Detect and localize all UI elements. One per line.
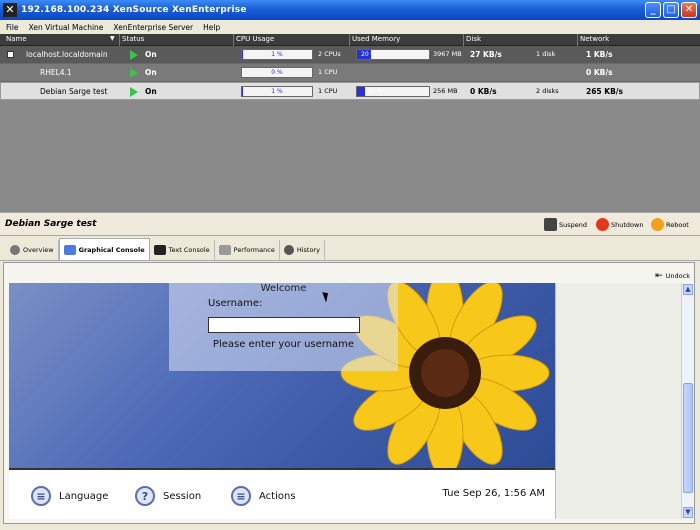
console-screen[interactable]: Welcome Username: Please enter your user… (9, 283, 555, 519)
title-bar: ✕ 192.168.100.234 XenSource XenEnterpris… (0, 0, 700, 20)
memory-total: 256 MB (433, 87, 458, 95)
window-title: 192.168.100.234 XenSource XenEnterprise (21, 5, 247, 15)
session-button[interactable]: ? Session (135, 486, 201, 506)
vm-action-bar: Debian Sarge test Suspend Shutdown Reboo… (0, 212, 700, 236)
gdm-bottom-bar: ≡ Language ? Session ≡ Actions Tue Sep 2… (9, 468, 555, 519)
vm-row-debian[interactable]: Debian Sarge test On 1 % 1 CPU 11 % 256 … (0, 82, 700, 100)
vm-list-header: Name ▼ Status CPU Usage Used Memory Disk… (0, 34, 700, 46)
vm-list: Name ▼ Status CPU Usage Used Memory Disk… (0, 34, 700, 212)
disk-count: 1 disk (536, 50, 556, 58)
cpu-usage-bar: 1 % (241, 86, 313, 97)
vm-tabs: Overview Graphical Console Text Console … (0, 237, 700, 261)
sort-arrow-icon: ▼ (110, 35, 115, 42)
question-icon: ? (135, 486, 155, 506)
tab-text-console[interactable]: Text Console (150, 240, 215, 260)
username-hint: Please enter your username (212, 339, 355, 350)
reboot-button[interactable]: Reboot (651, 218, 689, 231)
tab-history[interactable]: History (280, 240, 325, 260)
vm-status: On (145, 50, 157, 59)
scroll-up-icon[interactable]: ▲ (683, 284, 693, 295)
column-cpu[interactable]: CPU Usage (236, 35, 274, 43)
vm-name: RHEL4.1 (40, 68, 72, 77)
scroll-thumb[interactable] (683, 383, 693, 493)
terminal-icon (153, 245, 166, 255)
suspend-button[interactable]: Suspend (544, 218, 587, 231)
menu-help[interactable]: Help (203, 23, 220, 32)
disk-rate: 0 KB/s (470, 87, 497, 96)
tab-graphical-console[interactable]: Graphical Console (58, 238, 150, 260)
menu-bar: File Xen Virtual Machine XenEnterprise S… (0, 20, 700, 34)
memory-usage-bar: 11 % (356, 86, 430, 97)
graphical-console-panel: ⇤ Undock Welcome Username: Please enter … (3, 262, 695, 524)
tab-performance[interactable]: Performance (215, 240, 280, 260)
vm-name: Debian Sarge test (40, 87, 108, 96)
login-box: Welcome Username: Please enter your user… (169, 283, 398, 371)
vm-row-host[interactable]: localhost.localdomain On 1 % 2 CPUs 20 %… (0, 46, 700, 64)
status-on-icon (130, 87, 138, 97)
actions-button[interactable]: ≡ Actions (231, 486, 296, 506)
menu-icon: ≡ (231, 486, 251, 506)
language-button[interactable]: ≡ Language (31, 486, 108, 506)
status-on-icon (130, 68, 138, 78)
monitor-icon (63, 244, 76, 255)
window-controls: _ □ ✕ (645, 2, 697, 18)
console-scrollbar[interactable]: ▲ ▼ (681, 283, 693, 519)
cpu-count: 1 CPU (318, 87, 338, 95)
maximize-button[interactable]: □ (663, 2, 679, 18)
status-on-icon (130, 50, 138, 60)
username-input[interactable] (208, 317, 360, 333)
column-network[interactable]: Network (580, 35, 609, 43)
cpu-count: 2 CPUs (318, 50, 341, 58)
welcome-text: Welcome (260, 283, 307, 294)
vm-row-rhel[interactable]: RHEL4.1 On 0 % 1 CPU 0 KB/s (0, 64, 700, 82)
column-disk[interactable]: Disk (466, 35, 481, 43)
menu-xenenterprise-server[interactable]: XenEnterprise Server (113, 23, 193, 32)
column-status[interactable]: Status (122, 35, 144, 43)
clock: Tue Sep 26, 1:56 AM (442, 488, 545, 499)
selected-vm-title: Debian Sarge test (5, 219, 97, 229)
console-side-pane (555, 283, 681, 519)
reboot-icon (651, 218, 664, 231)
disk-rate: 27 KB/s (470, 50, 502, 59)
shutdown-button[interactable]: Shutdown (596, 218, 643, 231)
username-label: Username: (208, 298, 263, 309)
undock-button[interactable]: ⇤ Undock (655, 271, 690, 281)
tab-overview[interactable]: Overview (6, 240, 59, 260)
network-rate: 0 KB/s (586, 68, 613, 77)
network-rate: 1 KB/s (586, 50, 613, 59)
memory-total: 3967 MB (433, 50, 462, 58)
network-rate: 265 KB/s (586, 87, 623, 96)
menu-file[interactable]: File (6, 23, 19, 32)
vm-status: On (145, 68, 157, 77)
disk-count: 2 disks (536, 87, 559, 95)
xen-app-icon: ✕ (3, 3, 17, 17)
minimize-button[interactable]: _ (645, 2, 661, 18)
overview-icon (10, 245, 20, 255)
column-memory[interactable]: Used Memory (352, 35, 400, 43)
vm-name: localhost.localdomain (26, 50, 108, 59)
memory-usage-bar: 20 % (356, 49, 430, 60)
menu-icon: ≡ (31, 486, 51, 506)
history-icon (283, 245, 294, 255)
close-button[interactable]: ✕ (681, 2, 697, 18)
cpu-usage-bar: 1 % (241, 49, 313, 60)
menu-xen-virtual-machine[interactable]: Xen Virtual Machine (29, 23, 104, 32)
undock-icon: ⇤ (655, 271, 663, 281)
cpu-count: 1 CPU (318, 68, 338, 76)
column-name[interactable]: Name (6, 35, 27, 43)
cpu-usage-bar: 0 % (241, 67, 313, 78)
power-icon (596, 218, 609, 231)
suspend-icon (544, 218, 557, 231)
chart-icon (218, 245, 231, 255)
scroll-down-icon[interactable]: ▼ (683, 507, 693, 518)
collapse-icon[interactable] (7, 51, 14, 58)
vm-status: On (145, 87, 157, 96)
